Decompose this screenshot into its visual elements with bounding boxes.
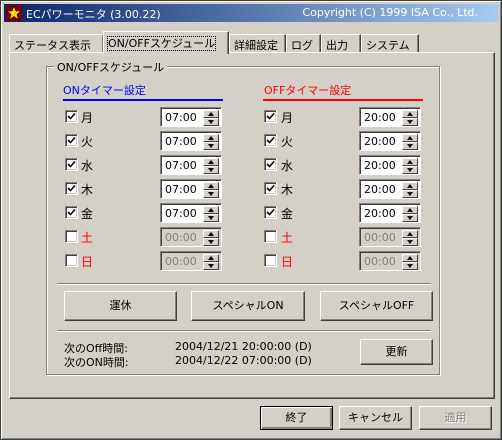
off-time-spinner[interactable]: 00:00 <box>359 251 421 271</box>
tab-status-label: ステータス表示 <box>14 39 91 52</box>
spin-up-arrow-icon[interactable] <box>402 182 418 190</box>
day-label: 火 <box>281 135 294 149</box>
off-timer-row: 月 20:00 <box>1 107 501 127</box>
title-bar[interactable]: ECパワーモニタ (3.00.22) Copyright (C) 1999 IS… <box>4 4 498 22</box>
off-time-spinner[interactable]: 00:00 <box>359 227 421 247</box>
off-time-field[interactable]: 20:00 <box>359 131 421 151</box>
day-label: 水 <box>281 159 294 173</box>
off-timer-header-underline <box>263 99 423 101</box>
spin-buttons <box>402 134 418 150</box>
spin-down-arrow-icon[interactable] <box>402 166 418 174</box>
off-time-spinner[interactable]: 20:00 <box>359 179 421 199</box>
off-time-value: 00:00 <box>364 255 396 268</box>
spin-buttons <box>402 254 418 270</box>
tab-detail-settings-label: 詳細設定 <box>234 39 278 52</box>
off-day-checkbox[interactable] <box>264 182 277 195</box>
tab-system-label: システム <box>366 39 410 52</box>
spin-up-arrow-icon[interactable] <box>402 110 418 118</box>
next-on-label: 次のON時間: <box>64 356 129 369</box>
tab-onoff-schedule-label: ON/OFFスケジュール <box>106 36 217 51</box>
off-timer-row: 水 20:00 <box>1 155 501 175</box>
off-time-field[interactable]: 00:00 <box>359 251 421 271</box>
spin-down-arrow-icon[interactable] <box>402 238 418 246</box>
off-day-checkbox[interactable] <box>264 134 277 147</box>
tab-detail-settings[interactable]: 詳細設定 <box>229 34 286 53</box>
off-timer-row: 金 20:00 <box>1 203 501 223</box>
off-time-field[interactable]: 20:00 <box>359 107 421 127</box>
off-time-value: 20:00 <box>364 183 396 196</box>
separator-top <box>57 283 431 285</box>
tab-system[interactable]: システム <box>361 34 419 53</box>
tab-output-label: 出力 <box>326 39 348 52</box>
off-time-value: 20:00 <box>364 159 396 172</box>
off-day-checkbox[interactable] <box>264 230 277 243</box>
exit-button[interactable]: 終了 <box>260 406 333 430</box>
off-day-checkbox[interactable] <box>264 110 277 123</box>
spin-buttons <box>402 206 418 222</box>
main-window: ECパワーモニタ (3.00.22) Copyright (C) 1999 IS… <box>0 0 502 440</box>
off-timer-row: 火 20:00 <box>1 131 501 151</box>
spin-down-arrow-icon[interactable] <box>402 142 418 150</box>
off-time-spinner[interactable]: 20:00 <box>359 203 421 223</box>
spin-up-arrow-icon[interactable] <box>402 230 418 238</box>
tab-output[interactable]: 出力 <box>321 34 361 53</box>
special-on-button[interactable]: スペシャルON <box>191 291 305 321</box>
day-label: 日 <box>281 255 294 269</box>
off-time-value: 00:00 <box>364 231 396 244</box>
window-title: ECパワーモニタ (3.00.22) <box>26 8 161 21</box>
off-day-checkbox[interactable] <box>264 254 277 267</box>
spin-up-arrow-icon[interactable] <box>402 158 418 166</box>
day-label: 金 <box>281 207 294 221</box>
spin-buttons <box>402 230 418 246</box>
spin-buttons <box>402 110 418 126</box>
off-time-value: 20:00 <box>364 111 396 124</box>
spin-down-arrow-icon[interactable] <box>402 190 418 198</box>
off-time-spinner[interactable]: 20:00 <box>359 131 421 151</box>
spin-down-arrow-icon[interactable] <box>402 214 418 222</box>
apply-button[interactable]: 適用 <box>419 406 492 430</box>
spin-up-arrow-icon[interactable] <box>402 206 418 214</box>
spin-up-arrow-icon[interactable] <box>402 134 418 142</box>
off-time-spinner[interactable]: 20:00 <box>359 107 421 127</box>
tab-log[interactable]: ログ <box>286 34 321 53</box>
day-label: 木 <box>281 183 294 197</box>
day-label: 月 <box>281 111 294 125</box>
off-time-field[interactable]: 20:00 <box>359 155 421 175</box>
next-on-value: 2004/12/22 07:00:00 (D) <box>175 354 312 367</box>
tab-strip: ステータス表示 ON/OFFスケジュール 詳細設定 ログ 出力 システム <box>9 31 495 54</box>
off-time-field[interactable]: 20:00 <box>359 203 421 223</box>
tab-log-label: ログ <box>291 39 313 52</box>
off-timer-row: 土 00:00 <box>1 227 501 247</box>
day-label: 土 <box>281 231 294 245</box>
off-time-value: 20:00 <box>364 207 396 220</box>
schedule-group-title: ON/OFFスケジュール <box>54 59 168 75</box>
cancel-button[interactable]: キャンセル <box>339 406 412 430</box>
spin-down-arrow-icon[interactable] <box>402 118 418 126</box>
off-time-spinner[interactable]: 20:00 <box>359 155 421 175</box>
spin-up-arrow-icon[interactable] <box>402 254 418 262</box>
off-timer-row: 日 00:00 <box>1 251 501 271</box>
spin-buttons <box>402 182 418 198</box>
off-timer-header: OFFタイマー設定 <box>264 84 352 97</box>
copyright-text: Copyright (C) 1999 ISA Co., Ltd. <box>302 6 478 19</box>
off-time-field[interactable]: 00:00 <box>359 227 421 247</box>
on-timer-header-underline <box>63 99 223 101</box>
spin-buttons <box>402 158 418 174</box>
tab-onoff-schedule[interactable]: ON/OFFスケジュール <box>103 31 229 54</box>
app-star-icon <box>6 5 22 21</box>
spin-down-arrow-icon[interactable] <box>402 262 418 270</box>
separator-bottom <box>57 330 431 332</box>
holiday-button[interactable]: 運休 <box>64 291 177 321</box>
off-time-value: 20:00 <box>364 135 396 148</box>
special-off-button[interactable]: スペシャルOFF <box>320 291 433 321</box>
tab-status[interactable]: ステータス表示 <box>9 34 104 53</box>
off-time-field[interactable]: 20:00 <box>359 179 421 199</box>
refresh-button[interactable]: 更新 <box>360 339 433 365</box>
next-off-value: 2004/12/21 20:00:00 (D) <box>175 340 312 353</box>
off-day-checkbox[interactable] <box>264 158 277 171</box>
off-timer-row: 木 20:00 <box>1 179 501 199</box>
on-timer-header: ONタイマー設定 <box>63 84 146 97</box>
off-day-checkbox[interactable] <box>264 206 277 219</box>
